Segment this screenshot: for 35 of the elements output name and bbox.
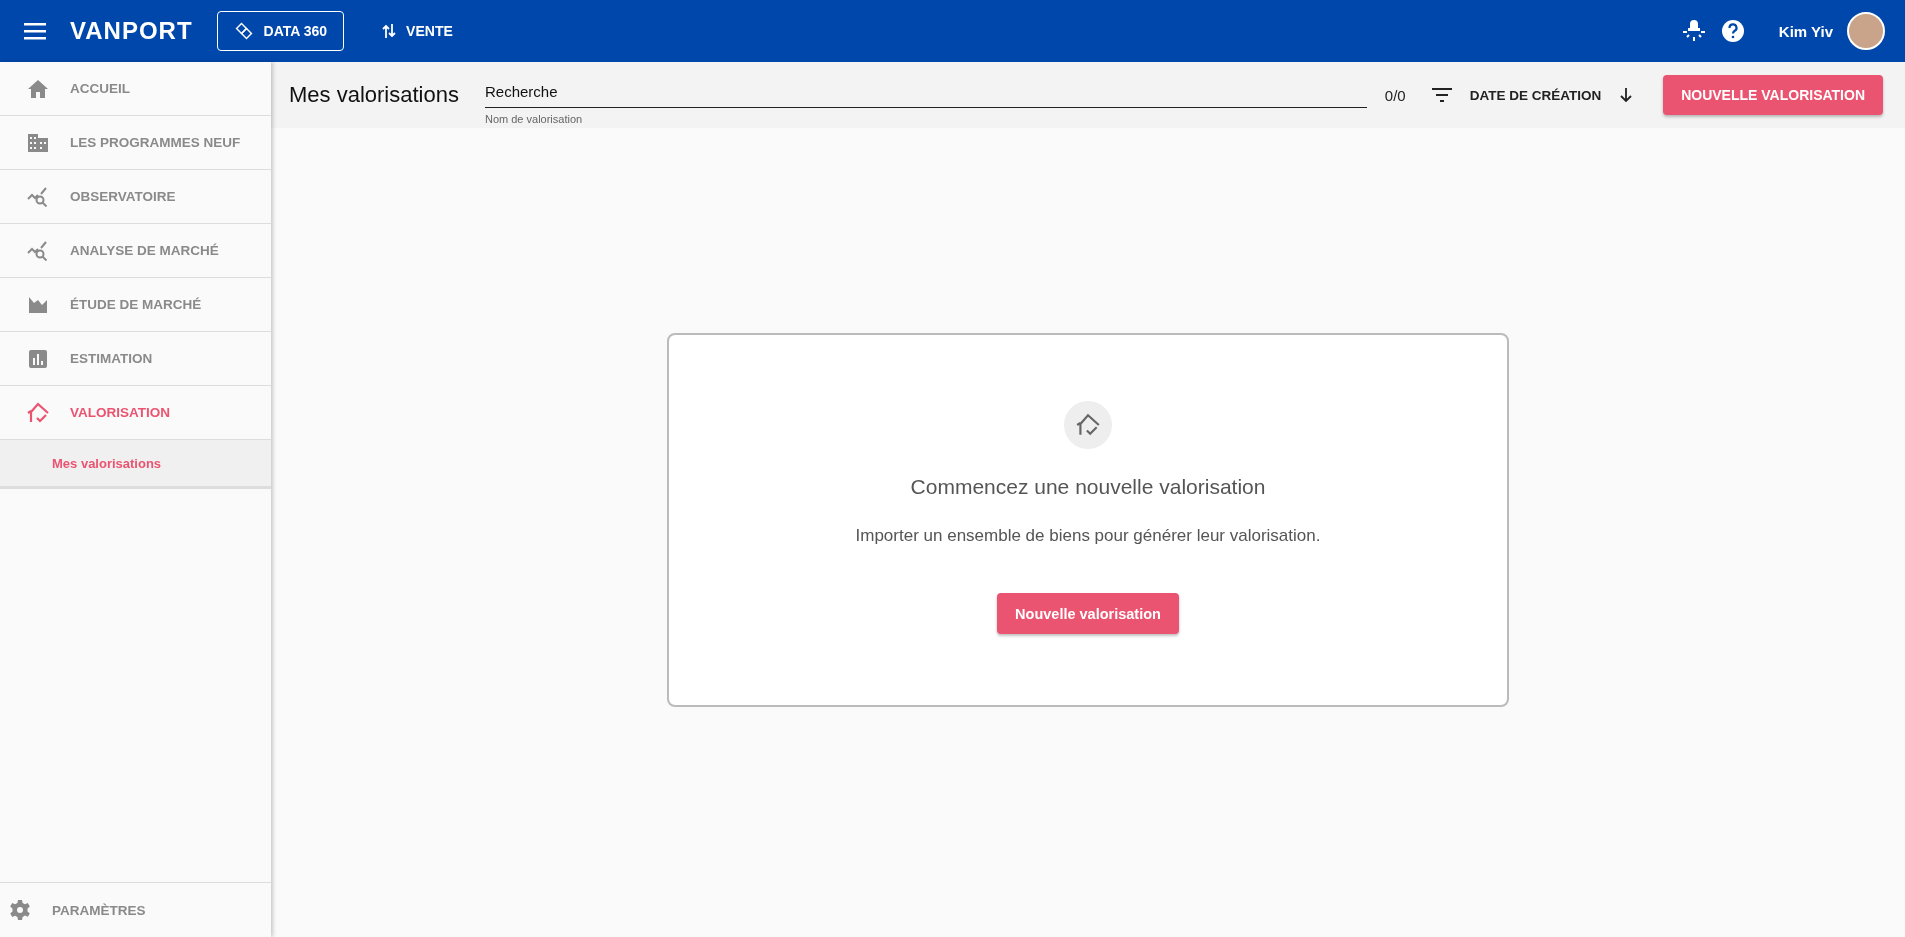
sidebar-item[interactable]: LES PROGRAMMES NEUF [0, 116, 271, 170]
house-check-icon [1064, 401, 1112, 449]
new-valuation-button[interactable]: Nouvelle valorisation [997, 593, 1179, 634]
settings-icon [10, 900, 30, 920]
product-button[interactable]: DATA 360 [216, 11, 345, 51]
sidebar-item[interactable]: OBSERVATOIRE [0, 170, 271, 224]
sort-button[interactable]: DATE DE CRÉATION [1469, 87, 1602, 103]
brand-logo[interactable]: VANPORT [70, 17, 193, 45]
help-icon[interactable] [1720, 19, 1745, 43]
chart-search-icon [27, 240, 49, 261]
settings-item[interactable]: PARAMÈTRES [0, 882, 271, 937]
swap-arrows-icon [382, 23, 397, 39]
search-field[interactable]: Recherche [484, 79, 1367, 108]
page-title: Mes valorisations [289, 82, 459, 108]
building-icon [27, 132, 49, 153]
diamond-icon [233, 21, 254, 41]
empty-state-text: Importer un ensemble de biens pour générer leur valorisation. [855, 526, 1321, 546]
mode-button[interactable]: VENTE [376, 22, 459, 40]
field-hint: Nom de valorisation [484, 113, 584, 125]
sidebar-item[interactable]: ANALYSE DE MARCHÉ [0, 224, 271, 278]
avatar[interactable] [1847, 12, 1885, 50]
empty-state-title: Commencez une nouvelle valorisation [910, 475, 1266, 499]
result-count: 0/0 [1384, 86, 1406, 104]
user-name[interactable]: Kim Yiv [1778, 22, 1833, 40]
home-icon [27, 78, 49, 99]
sidebar-item[interactable]: ÉTUDE DE MARCHÉ [0, 278, 271, 332]
bar-chart-icon [27, 348, 49, 369]
new-valuation-button[interactable]: NOUVELLE VALORISATION [1663, 75, 1883, 115]
filter-icon[interactable] [1431, 88, 1452, 102]
menu-icon[interactable] [24, 22, 46, 40]
arrow-down-icon[interactable] [1619, 87, 1634, 103]
sidebar-item[interactable]: ESTIMATION [0, 332, 271, 386]
lightbulb-icon[interactable] [1680, 18, 1707, 44]
chart-search-icon [27, 186, 49, 207]
house-check-icon [26, 401, 50, 424]
